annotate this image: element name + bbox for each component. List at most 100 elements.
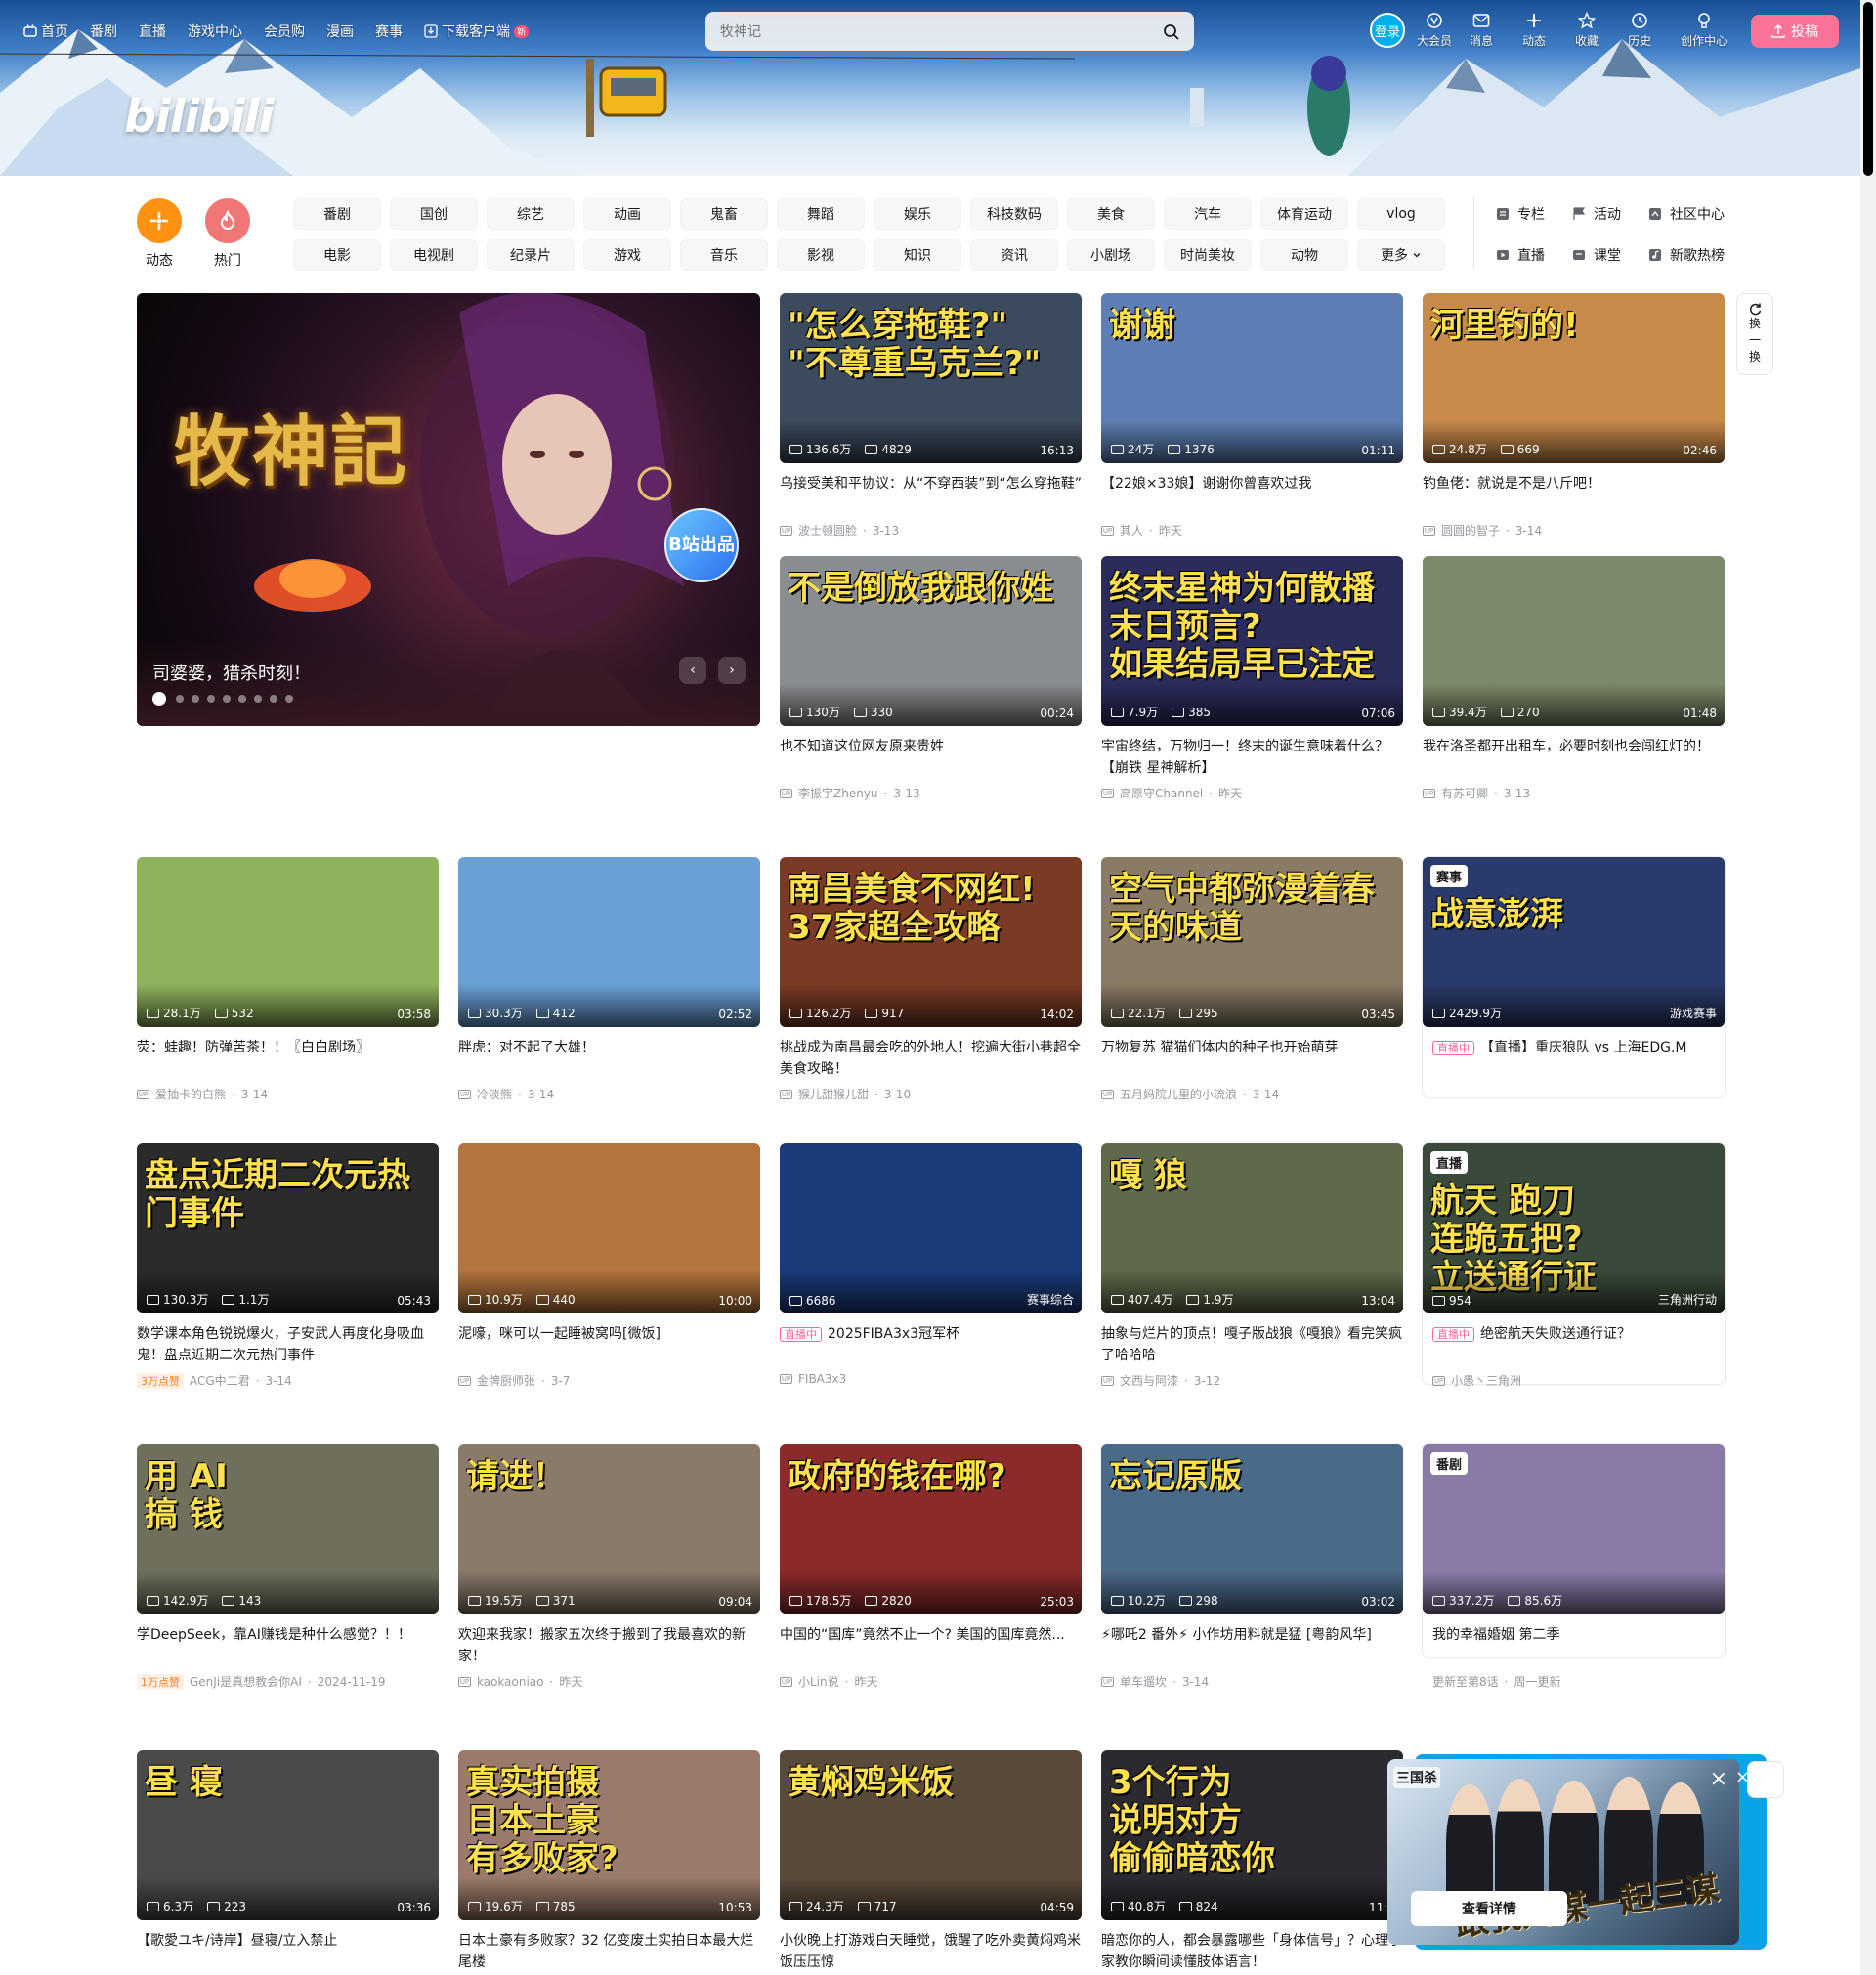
video-title[interactable]: 乌接受美和平协议：从“不穿西装”到“怎么穿拖鞋” [780, 473, 1082, 516]
video-title[interactable]: 小伙晚上打游戏白天睡觉，饿醒了吃外卖黄焖鸡米饭压压惊 [780, 1930, 1082, 1973]
video-title[interactable]: 也不知道这位网友原来贵姓 [780, 736, 1082, 779]
uploader-name[interactable]: 圆圆的智子 [1441, 522, 1500, 538]
carousel-dot[interactable] [192, 695, 199, 703]
quick-link-classroom[interactable]: 课堂 [1572, 245, 1621, 265]
category-1[interactable]: 国创 [390, 198, 478, 230]
uploader-name[interactable]: 波士顿圆脸 [798, 522, 857, 538]
quick-link-live[interactable]: 直播 [1496, 245, 1545, 265]
video-thumbnail[interactable]: 谢谢 24万 1376 01:11 [1101, 293, 1403, 463]
carousel-dot[interactable] [270, 695, 277, 703]
video-thumbnail[interactable]: 3个行为 说明对方 偷偷暗恋你 40.8万 824 11:3 [1101, 1750, 1403, 1920]
uploader-name[interactable]: 金牌厨师张 [477, 1372, 535, 1389]
video-title[interactable]: ⚡哪吒2 番外⚡ 小作坊用料就是猛 [粤韵风华] [1101, 1624, 1403, 1667]
video-card[interactable]: 空气中都弥漫着春天的味道 22.1万 295 03:45 万物复苏 猫猫们体内的… [1101, 857, 1403, 1102]
carousel-next-button[interactable]: › [718, 657, 746, 684]
close-icon[interactable]: × [1735, 1767, 1750, 1787]
video-thumbnail[interactable]: 10.9万 440 10:00 [458, 1143, 760, 1313]
video-card[interactable]: 谢谢 24万 1376 01:11 【22娘×33娘】谢谢你曾喜欢过我 UP 其人… [1101, 293, 1403, 538]
video-thumbnail[interactable]: 政府的钱在哪? 178.5万 2820 25:03 [780, 1444, 1082, 1614]
category-17[interactable]: 影视 [777, 239, 865, 271]
nav-message[interactable]: 消息 [1470, 12, 1493, 49]
category-14[interactable]: 纪录片 [487, 239, 575, 271]
video-card[interactable]: 黄焖鸡米饭 24.3万 717 04:59 小伙晚上打游戏白天睡觉，饿醒了吃外卖… [780, 1750, 1082, 1973]
nav-game-center[interactable]: 游戏中心 [188, 21, 242, 41]
carousel-dot[interactable] [285, 695, 293, 703]
video-thumbnail[interactable]: "怎么穿拖鞋?" "不尊重乌克兰?" 136.6万 4829 16:13 [780, 293, 1082, 463]
video-thumbnail[interactable]: 用 AI 搞 钱 142.9万 143 [137, 1444, 439, 1614]
dynamic-channel-button[interactable] [137, 198, 182, 243]
quick-link-article[interactable]: 专栏 [1496, 204, 1545, 224]
carousel-caption[interactable]: 司婆婆，猎杀时刻！ [152, 660, 311, 685]
video-card[interactable]: 忘记原版 10.2万 298 03:02 ⚡哪吒2 番外⚡ 小作坊用料就是猛 [… [1101, 1444, 1403, 1690]
video-title[interactable]: 钓鱼佬：就说是不是八斤吧！ [1423, 473, 1725, 516]
video-card[interactable]: "怎么穿拖鞋?" "不尊重乌克兰?" 136.6万 4829 16:13 乌接受… [780, 293, 1082, 538]
uploader-name[interactable]: FIBA3x3 [798, 1372, 846, 1386]
category-12[interactable]: 电影 [293, 239, 381, 271]
channel-tag[interactable]: 番剧 [1430, 1452, 1469, 1475]
video-title[interactable]: 荧：蛙趣！防弹苦茶！！〖白白剧场〗 [137, 1037, 439, 1080]
category-19[interactable]: 资讯 [970, 239, 1058, 271]
video-title[interactable]: 数学课本角色锐锐爆火，子安武人再度化身吸血鬼！盘点近期二次元热门事件 [137, 1323, 439, 1366]
category-5[interactable]: 舞蹈 [777, 198, 865, 230]
video-thumbnail[interactable]: 南昌美食不网红! 37家超全攻略 126.2万 917 14:02 [780, 857, 1082, 1027]
video-card[interactable]: 盘点近期二次元热门事件 130.3万 1.1万 05:43 数学课本角色锐锐爆火… [137, 1143, 439, 1389]
uploader-name[interactable]: 其人 [1120, 522, 1143, 538]
upload-button[interactable]: 投稿 [1751, 15, 1839, 48]
nav-home[interactable]: 首页 [23, 21, 68, 41]
search-button[interactable] [1158, 19, 1185, 46]
video-card[interactable]: 不是倒放我跟你姓 130万 330 00:24 也不知道这位网友原来贵姓 UP 李… [780, 556, 1082, 801]
search-input[interactable] [720, 21, 1150, 44]
uploader-name[interactable]: 猴儿甜猴儿甜 [798, 1086, 869, 1102]
nav-favorite[interactable]: 收藏 [1575, 12, 1599, 49]
video-card[interactable]: 真实拍摄 日本土豪 有多败家? 19.6万 785 10:53 日本土豪有多败家… [458, 1750, 760, 1973]
category-7[interactable]: 科技数码 [970, 198, 1058, 230]
category-13[interactable]: 电视剧 [390, 239, 478, 271]
uploader-name[interactable]: 有苏可卿 [1441, 785, 1488, 801]
video-thumbnail[interactable]: 昼 寝 6.3万 223 03:36 [137, 1750, 439, 1920]
video-title[interactable]: 【歌愛ユキ/诗岸】昼寝/立入禁止 [137, 1930, 439, 1973]
hot-channel-button[interactable] [205, 198, 250, 243]
uploader-name[interactable]: kaokaoniao [477, 1675, 544, 1689]
uploader-name[interactable]: 高原守Channel [1120, 785, 1203, 801]
nav-history[interactable]: 历史 [1628, 12, 1651, 49]
login-button[interactable]: 登录 [1370, 13, 1405, 48]
scrollbar-track[interactable] [1860, 0, 1876, 1975]
video-card[interactable]: 请进！ 19.5万 371 09:04 欢迎来我家！搬家五次终于搬到了我最喜欢的… [458, 1444, 760, 1690]
category-3[interactable]: 动画 [583, 198, 671, 230]
category-6[interactable]: 娱乐 [874, 198, 961, 230]
video-thumbnail[interactable]: 盘点近期二次元热门事件 130.3万 1.1万 05:43 [137, 1143, 439, 1313]
video-title[interactable]: 学DeepSeek，靠AI赚钱是种什么感觉？！！ [137, 1624, 439, 1667]
category-4[interactable]: 鬼畜 [680, 198, 768, 230]
video-thumbnail[interactable]: 28.1万 532 03:58 [137, 857, 439, 1027]
uploader-name[interactable]: 文西与阿漆 [1120, 1372, 1178, 1389]
video-card[interactable]: 28.1万 532 03:58 荧：蛙趣！防弹苦茶！！〖白白剧场〗 UP 爱抽卡的… [137, 857, 439, 1102]
side-float-button[interactable] [1747, 1761, 1784, 1798]
video-thumbnail[interactable]: 忘记原版 10.2万 298 03:02 [1101, 1444, 1403, 1614]
quick-link-music-chart[interactable]: 新歌热榜 [1648, 245, 1725, 265]
carousel-dot[interactable] [207, 695, 215, 703]
video-thumbnail[interactable]: 真实拍摄 日本土豪 有多败家? 19.6万 785 10:53 [458, 1750, 760, 1920]
category-20[interactable]: 小剧场 [1067, 239, 1155, 271]
video-title[interactable]: 直播中 2025FIBA3x3冠军杯 [780, 1323, 1082, 1366]
video-thumbnail[interactable]: 河里钓的! 24.8万 669 02:46 [1423, 293, 1725, 463]
video-title[interactable]: 欢迎来我家！搬家五次终于搬到了我最喜欢的新家！ [458, 1624, 760, 1667]
video-card[interactable]: 39.4万 270 01:48 我在洛圣都开出租车，必要时刻也会闯红灯的！ UP… [1423, 556, 1725, 801]
hero-carousel[interactable]: 牧神記 B站出品 司婆婆，猎杀时刻！ ‹ › [137, 293, 760, 726]
video-title[interactable]: 挑战成为南昌最会吃的外地人！挖遍大街小巷超全美食攻略！ [780, 1037, 1082, 1080]
uploader-name[interactable]: 爱抽卡的白熊 [155, 1086, 226, 1102]
refresh-button[interactable]: 换 一 换 [1736, 293, 1773, 375]
close-icon[interactable]: × [1710, 1767, 1727, 1791]
nav-dynamic[interactable]: 动态 [1522, 12, 1546, 49]
video-card[interactable]: 10.9万 440 10:00 泥嚎，咪可以一起睡被窝吗[微饭] UP 金牌厨师张… [458, 1143, 760, 1389]
uploader-name[interactable]: 冷淡熊 [477, 1086, 512, 1102]
video-title[interactable]: 日本土豪有多败家？32 亿变废土实拍日本最大烂尾楼 [458, 1930, 760, 1973]
carousel-dot[interactable] [254, 695, 262, 703]
uploader-name[interactable]: GenJi是真想教会你AI [190, 1673, 302, 1690]
carousel-dot[interactable] [223, 695, 231, 703]
video-thumbnail[interactable]: 战意澎湃 赛事 2429.9万 游戏赛事 [1423, 857, 1725, 1027]
video-title[interactable]: 直播中 【直播】重庆狼队 vs 上海EDG.M [1423, 1037, 1725, 1080]
video-title[interactable]: 我在洛圣都开出租车，必要时刻也会闯红灯的！ [1423, 736, 1725, 779]
quick-link-community[interactable]: 社区中心 [1648, 204, 1725, 224]
nav-bangumi[interactable]: 番剧 [90, 21, 117, 41]
category-18[interactable]: 知识 [874, 239, 961, 271]
